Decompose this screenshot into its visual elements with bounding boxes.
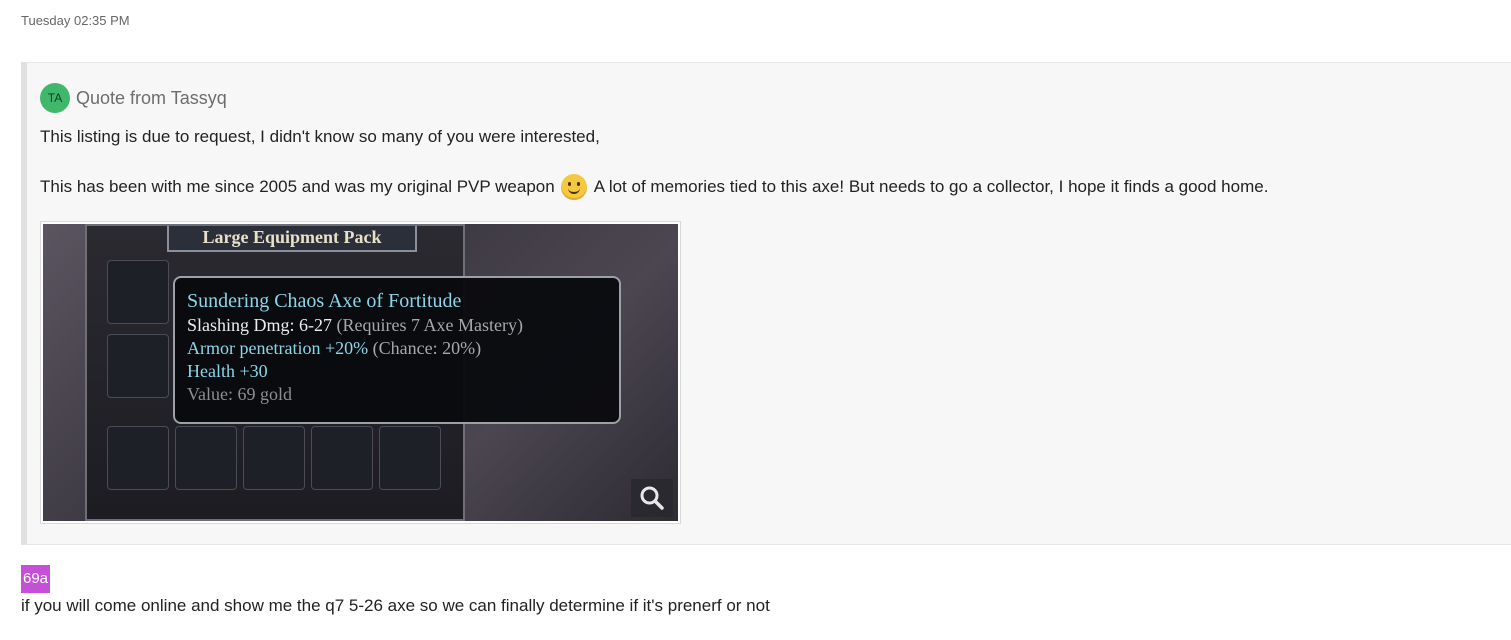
game-screenshot: Large Equipment Pack Sundering Chaos Axe… [43, 224, 678, 521]
item-tooltip: Sundering Chaos Axe of Fortitude Slashin… [173, 276, 621, 424]
reply-text: if you will come online and show me the … [21, 596, 770, 615]
inventory-slot [379, 426, 441, 490]
item-stat-armor-pen: Armor penetration +20% (Chance: 20%) [187, 337, 607, 360]
item-name: Sundering Chaos Axe of Fortitude [187, 290, 462, 312]
avatar[interactable]: TA [40, 83, 70, 113]
quote-author-label[interactable]: Quote from Tassyq [76, 88, 227, 109]
magnifier-icon[interactable] [631, 479, 673, 517]
inventory-slot [107, 426, 169, 490]
item-armor-pen-chance: (Chance: 20%) [372, 338, 482, 358]
quote-block: TA Quote from Tassyq This listing is due… [21, 62, 1511, 545]
quote-paragraph-2: This has been with me since 2005 and was… [40, 174, 1268, 200]
user-badge[interactable]: 69a [21, 565, 51, 593]
inventory-slot [175, 426, 237, 490]
inventory-title: Large Equipment Pack [167, 226, 417, 252]
smiling-face-icon [560, 174, 587, 200]
quote-header: TA Quote from Tassyq [40, 83, 227, 113]
post-timestamp: Tuesday 02:35 PM [21, 13, 130, 28]
inventory-slot [311, 426, 373, 490]
item-requirement: (Requires 7 Axe Mastery) [336, 315, 523, 335]
item-stat-damage: Slashing Dmg: 6-27 (Requires 7 Axe Maste… [187, 314, 607, 337]
inventory-slot [107, 334, 169, 398]
item-armor-pen-value: Armor penetration +20% [187, 338, 369, 358]
item-value: Value: 69 gold [187, 384, 292, 404]
quote-paragraph-2-end: A lot of memories tied to this axe! But … [593, 177, 1269, 196]
quote-paragraph-1: This listing is due to request, I didn't… [40, 127, 600, 146]
image-attachment[interactable]: Large Equipment Pack Sundering Chaos Axe… [40, 221, 681, 524]
quote-paragraph-2-start: This has been with me since 2005 and was… [40, 177, 555, 196]
inventory-slot [107, 260, 169, 324]
item-damage-value: Slashing Dmg: 6-27 [187, 315, 333, 335]
item-stat-health: Health +30 [187, 361, 268, 381]
inventory-slot [243, 426, 305, 490]
